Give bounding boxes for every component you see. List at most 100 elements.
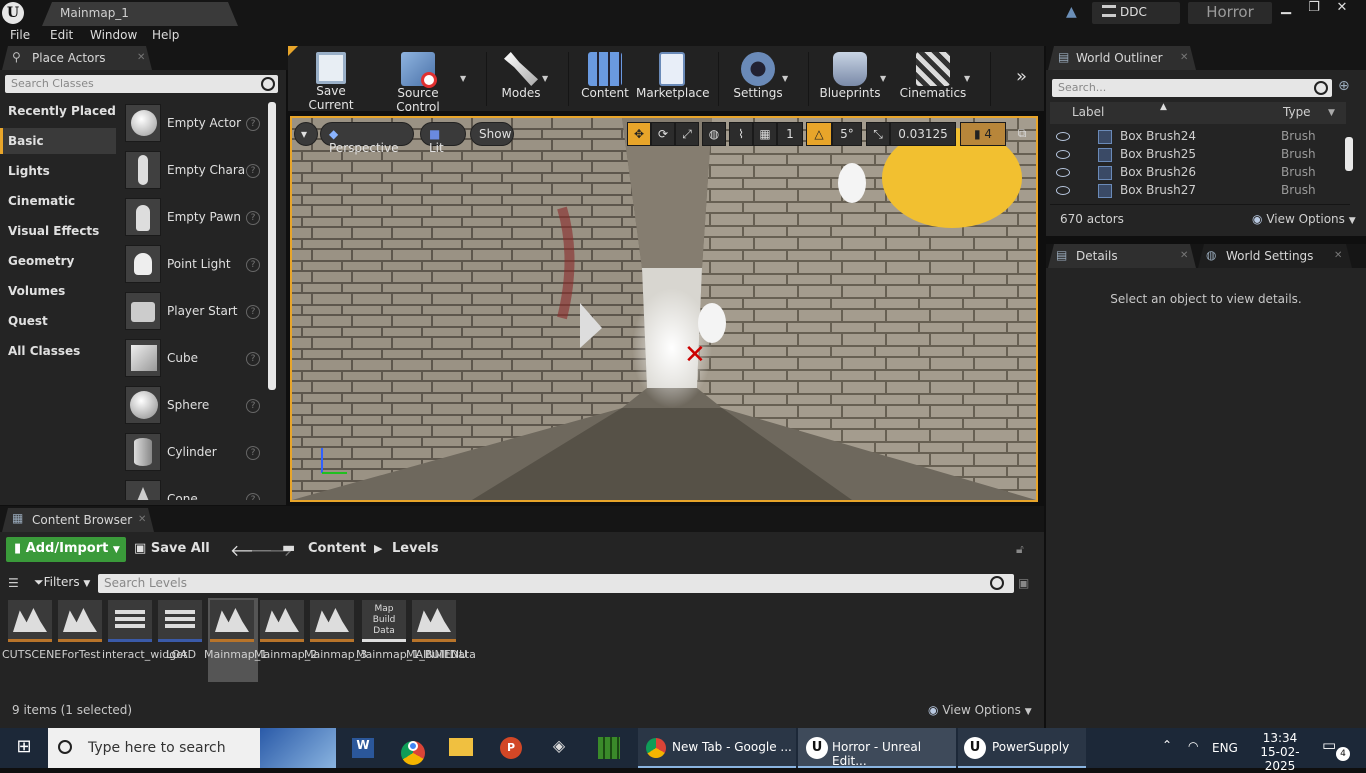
menu-edit[interactable]: Edit — [50, 28, 73, 42]
close-icon[interactable]: ✕ — [1334, 250, 1342, 261]
details-tab[interactable]: ▤ Details ✕ — [1048, 244, 1196, 268]
menu-file[interactable]: File — [10, 28, 30, 42]
translate-icon[interactable]: ✥ — [627, 122, 651, 146]
asset-tile[interactable]: CUTSCENE — [2, 598, 61, 682]
minimize-icon[interactable]: ▁ — [1272, 0, 1300, 18]
actor-item[interactable]: Point Light ? — [118, 241, 268, 287]
close-icon[interactable]: ✕ — [138, 514, 146, 525]
actor-item[interactable]: Sphere ? — [118, 382, 268, 428]
table-row[interactable]: Box Brush25 Brush — [1050, 146, 1344, 164]
restore-icon[interactable]: ❐ — [1300, 0, 1328, 18]
learn-icon[interactable]: ▲ — [1066, 4, 1084, 22]
surface-snap-icon[interactable]: ⌇ — [729, 122, 753, 146]
windows-start-icon[interactable]: ⊞ — [0, 728, 48, 768]
help-icon[interactable]: ? — [246, 352, 260, 366]
category-all-classes[interactable]: All Classes — [0, 338, 116, 364]
category-volumes[interactable]: Volumes — [0, 278, 116, 304]
category-visual-effects[interactable]: Visual Effects — [0, 218, 116, 244]
chrome-icon[interactable] — [396, 728, 430, 768]
outliner-scrollbar[interactable] — [1345, 137, 1353, 171]
breadcrumb-content[interactable]: Content — [308, 541, 366, 556]
label-column-header[interactable]: Label — [1072, 105, 1104, 119]
taskbar-app-unreal[interactable]: U Horror - Unreal Edit... — [798, 728, 956, 768]
visibility-eye-icon[interactable] — [1056, 150, 1070, 159]
table-row[interactable]: Box Brush24 Brush — [1050, 128, 1344, 146]
close-icon[interactable]: ✕ — [1328, 0, 1356, 18]
asset-tile[interactable]: Map Build Data Mainmap_1_BuiltData — [356, 598, 476, 682]
asset-tile[interactable]: interact_widget — [102, 598, 187, 682]
cinematics-button[interactable]: Cinematics — [898, 48, 968, 108]
perspective-button[interactable]: ◆ Perspective — [320, 122, 414, 155]
word-icon[interactable]: W — [346, 728, 380, 768]
category-lights[interactable]: Lights — [0, 158, 116, 184]
chevron-up-icon[interactable]: ⌃ — [1162, 728, 1180, 768]
grid-snap-icon[interactable]: ▦ — [753, 122, 777, 146]
help-icon[interactable]: ? — [246, 211, 260, 225]
help-icon[interactable]: ? — [246, 305, 260, 319]
place-actors-tab[interactable]: ⚲ Place Actors ✕ — [2, 46, 152, 70]
asset-tile[interactable]: ForTest — [56, 598, 106, 682]
actor-item[interactable]: Cylinder ? — [118, 429, 268, 475]
taskbar-app-powersupply[interactable]: U PowerSupply — [958, 728, 1086, 768]
actor-item[interactable]: Empty Pawn ? — [118, 194, 268, 240]
world-settings-tab[interactable]: ◍ World Settings ✕ — [1198, 244, 1352, 268]
rotate-icon[interactable]: ⟳ — [651, 122, 675, 146]
show-button[interactable]: Show — [470, 122, 514, 146]
outliner-search-input[interactable]: Search... — [1052, 79, 1332, 97]
chevron-down-icon[interactable]: ▼ — [782, 74, 788, 83]
asset-tile[interactable]: LOAD — [156, 598, 206, 682]
help-icon[interactable]: ? — [246, 446, 260, 460]
filters-button[interactable]: ⏷Filters ▼ — [34, 575, 90, 590]
save-current-button[interactable]: Save Current — [294, 48, 368, 112]
close-icon[interactable]: ✕ — [137, 52, 145, 63]
menu-window[interactable]: Window — [90, 28, 137, 42]
asset-tile[interactable]: Mainmap_2 — [254, 598, 317, 682]
app-icon[interactable]: ◈ — [542, 728, 576, 768]
type-column-header[interactable]: Type — [1283, 105, 1311, 119]
settings-button[interactable]: Settings — [730, 48, 786, 108]
search-classes-input[interactable]: Search Classes — [5, 75, 278, 93]
visibility-eye-icon[interactable] — [1056, 132, 1070, 141]
visibility-eye-icon[interactable] — [1056, 168, 1070, 177]
taskbar-clock[interactable]: 13:34 15-02-2025 — [1252, 728, 1308, 773]
table-row[interactable]: Box Brush26 Brush — [1050, 164, 1344, 182]
asset-tile[interactable]: Mainmap_3 — [304, 598, 367, 682]
breadcrumb-levels[interactable]: Levels — [392, 541, 439, 556]
actor-item[interactable]: Empty Chara ? — [118, 147, 268, 193]
chevron-down-icon[interactable]: ▼ — [880, 74, 886, 83]
actor-item[interactable]: Cube ? — [118, 335, 268, 381]
grid-snap-value[interactable]: 1 — [777, 122, 803, 146]
help-icon[interactable]: ? — [246, 258, 260, 272]
scale-icon[interactable]: ⤢ — [675, 122, 699, 146]
lock-icon[interactable]: 🔓︎ — [1016, 542, 1024, 557]
world-outliner-tab[interactable]: ▤ World Outliner ✕ — [1048, 46, 1196, 70]
help-icon[interactable]: ? — [246, 164, 260, 178]
category-basic[interactable]: Basic — [0, 128, 116, 154]
language-indicator[interactable]: ENG — [1212, 728, 1242, 768]
add-actor-icon[interactable]: ⊕ — [1338, 78, 1350, 94]
category-cinematic[interactable]: Cinematic — [0, 188, 116, 214]
save-search-icon[interactable]: ▣ — [1018, 576, 1029, 590]
rotation-snap-value[interactable]: 5° — [832, 122, 862, 146]
chevron-down-icon[interactable]: ▼ — [542, 74, 548, 83]
viewport-options-button[interactable]: ▾ — [294, 122, 318, 146]
marketplace-button[interactable]: Marketplace — [636, 48, 710, 108]
help-icon[interactable]: ? — [246, 117, 260, 131]
minecraft-icon[interactable] — [592, 728, 626, 768]
world-local-icon[interactable]: ◍ — [702, 122, 726, 146]
powerpoint-icon[interactable]: P — [494, 728, 528, 768]
close-icon[interactable]: ✕ — [1180, 52, 1188, 63]
toolbar-overflow-icon[interactable]: » — [1016, 66, 1027, 87]
taskbar-app-chrome[interactable]: New Tab - Google ... — [638, 728, 796, 768]
rotation-snap-icon[interactable]: △ — [806, 122, 832, 146]
save-all-button[interactable]: ▣ Save All — [134, 541, 210, 556]
level-viewport[interactable]: ✕ — [290, 116, 1038, 502]
wifi-icon[interactable]: ◠ — [1188, 728, 1206, 768]
chevron-down-icon[interactable]: ▼ — [460, 74, 466, 83]
actor-item[interactable]: Cone ? — [118, 476, 268, 500]
blueprints-button[interactable]: Blueprints — [818, 48, 882, 108]
category-quest[interactable]: Quest — [0, 308, 116, 334]
category-recently-placed[interactable]: Recently Placed — [0, 98, 116, 124]
source-control-button[interactable]: Source Control — [374, 48, 462, 114]
close-icon[interactable]: ✕ — [1180, 250, 1188, 261]
